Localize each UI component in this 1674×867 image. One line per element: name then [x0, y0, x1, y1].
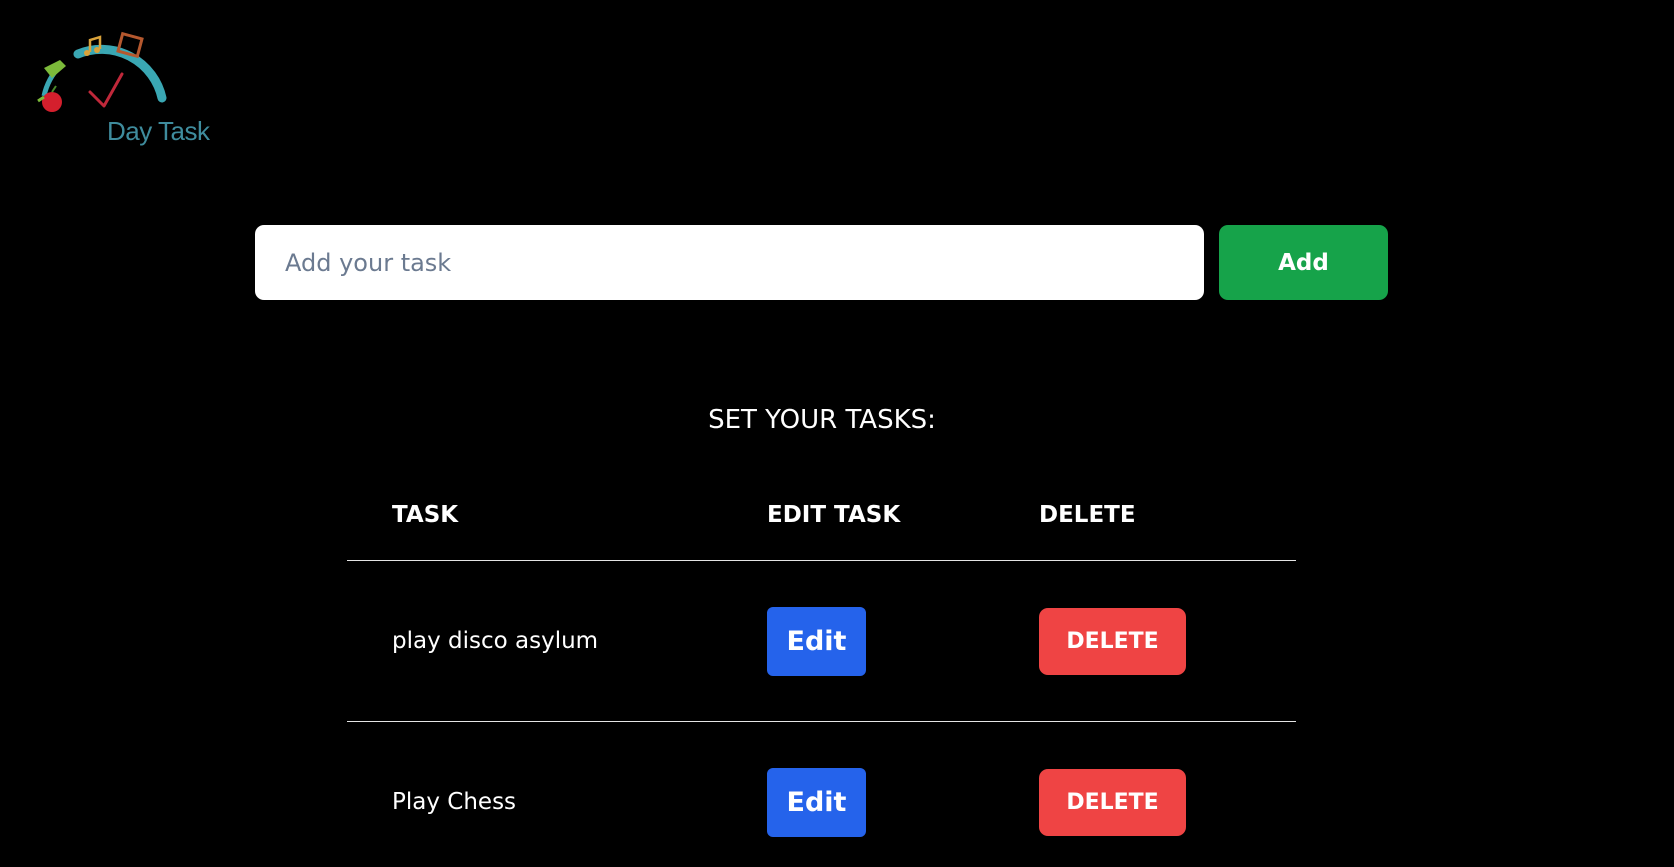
delete-button[interactable]: DELETE — [1039, 608, 1186, 675]
header-task: TASK — [392, 502, 459, 528]
table-header: TASK EDIT TASK DELETE — [347, 490, 1296, 561]
header-edit: EDIT TASK — [767, 502, 901, 528]
task-text: Play Chess — [392, 789, 517, 815]
delete-button[interactable]: DELETE — [1039, 769, 1186, 836]
edit-button[interactable]: Edit — [767, 768, 866, 837]
section-title: SET YOUR TASKS: — [708, 405, 936, 435]
day-task-logo: Day Task — [30, 26, 210, 156]
task-text: play disco asylum — [392, 628, 599, 654]
add-button[interactable]: Add — [1219, 225, 1388, 300]
tasks-table: TASK EDIT TASK DELETE play disco asylum … — [347, 490, 1296, 867]
task-input[interactable] — [255, 225, 1204, 300]
header-delete: DELETE — [1039, 502, 1136, 528]
table-row: play disco asylum Edit DELETE — [347, 561, 1296, 722]
table-row: Play Chess Edit DELETE — [347, 722, 1296, 867]
app-root: Day Task Add SET YOUR TASKS: TASK EDIT T… — [0, 0, 1674, 867]
logo-text: Day Task — [107, 116, 210, 146]
edit-button[interactable]: Edit — [767, 607, 866, 676]
